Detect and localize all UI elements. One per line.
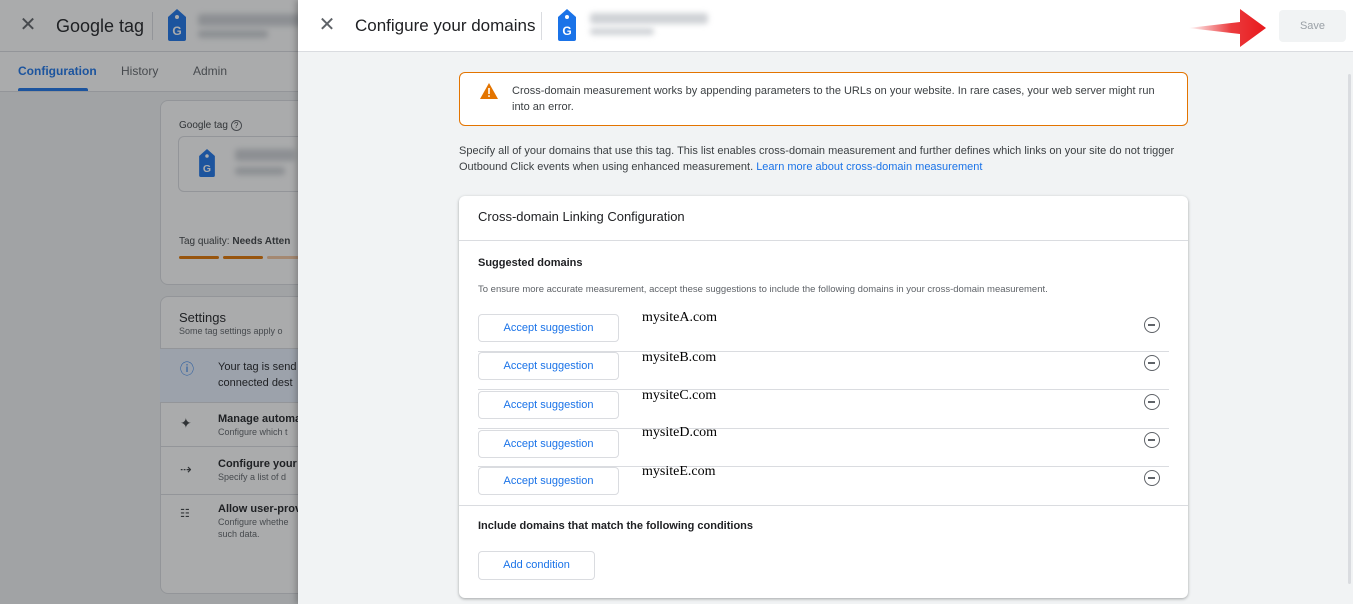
scrollbar[interactable] (1348, 74, 1351, 584)
suggested-domain: mysiteA.com (642, 310, 718, 325)
divider (541, 12, 542, 40)
add-condition-button[interactable]: Add condition (478, 551, 595, 580)
modal-scrim[interactable] (0, 0, 298, 604)
learn-more-link[interactable]: Learn more about cross-domain measuremen… (756, 161, 982, 173)
svg-text:G: G (562, 24, 571, 38)
conditions-title: Include domains that match the following… (478, 520, 754, 532)
warning-text: Cross-domain measurement works by append… (512, 85, 1155, 113)
close-icon[interactable]: ✕ (316, 14, 338, 36)
blurred-account-id (590, 28, 654, 35)
suggestion-row: Accept suggestion mysiteC.com (478, 388, 1169, 429)
suggestion-row: Accept suggestion mysiteB.com (478, 350, 1169, 390)
google-tag-logo-icon: G (558, 9, 576, 41)
suggestion-row: Accept suggestion mysiteE.com (478, 464, 1169, 505)
suggested-domains-description: To ensure more accurate measurement, acc… (478, 284, 1048, 295)
divider (459, 505, 1188, 506)
red-arrow-annotation (1188, 9, 1266, 47)
card-title: Cross-domain Linking Configuration (478, 209, 685, 224)
remove-circle-icon[interactable] (1144, 394, 1160, 410)
accept-suggestion-button[interactable]: Accept suggestion (478, 430, 619, 458)
accept-suggestion-button[interactable]: Accept suggestion (478, 352, 619, 380)
suggested-domain: mysiteB.com (642, 350, 717, 365)
suggestion-row: Accept suggestion mysiteA.com (478, 310, 1169, 352)
accept-suggestion-button[interactable]: Accept suggestion (478, 391, 619, 419)
remove-circle-icon[interactable] (1144, 470, 1160, 486)
accept-suggestion-button[interactable]: Accept suggestion (478, 314, 619, 342)
intro-text: Specify all of your domains that use thi… (459, 143, 1194, 175)
suggested-domains-title: Suggested domains (478, 257, 583, 269)
warning-icon (480, 83, 498, 99)
save-button[interactable]: Save (1279, 10, 1346, 42)
suggested-domain: mysiteE.com (642, 464, 716, 479)
suggested-domain: mysiteD.com (642, 425, 718, 440)
suggested-domain: mysiteC.com (642, 388, 717, 403)
panel-header: ✕ Configure your domains G Save (298, 0, 1353, 52)
remove-circle-icon[interactable] (1144, 432, 1160, 448)
cross-domain-card: Cross-domain Linking Configuration Sugge… (459, 196, 1188, 598)
configure-domains-panel: ✕ Configure your domains G Save Cross-do… (298, 0, 1353, 604)
accept-suggestion-button[interactable]: Accept suggestion (478, 467, 619, 495)
divider (459, 240, 1188, 241)
warning-banner: Cross-domain measurement works by append… (459, 72, 1188, 126)
blurred-account-name (590, 13, 708, 24)
remove-circle-icon[interactable] (1144, 317, 1160, 333)
suggestion-row: Accept suggestion mysiteD.com (478, 425, 1169, 467)
panel-title: Configure your domains (355, 16, 536, 35)
remove-circle-icon[interactable] (1144, 355, 1160, 371)
